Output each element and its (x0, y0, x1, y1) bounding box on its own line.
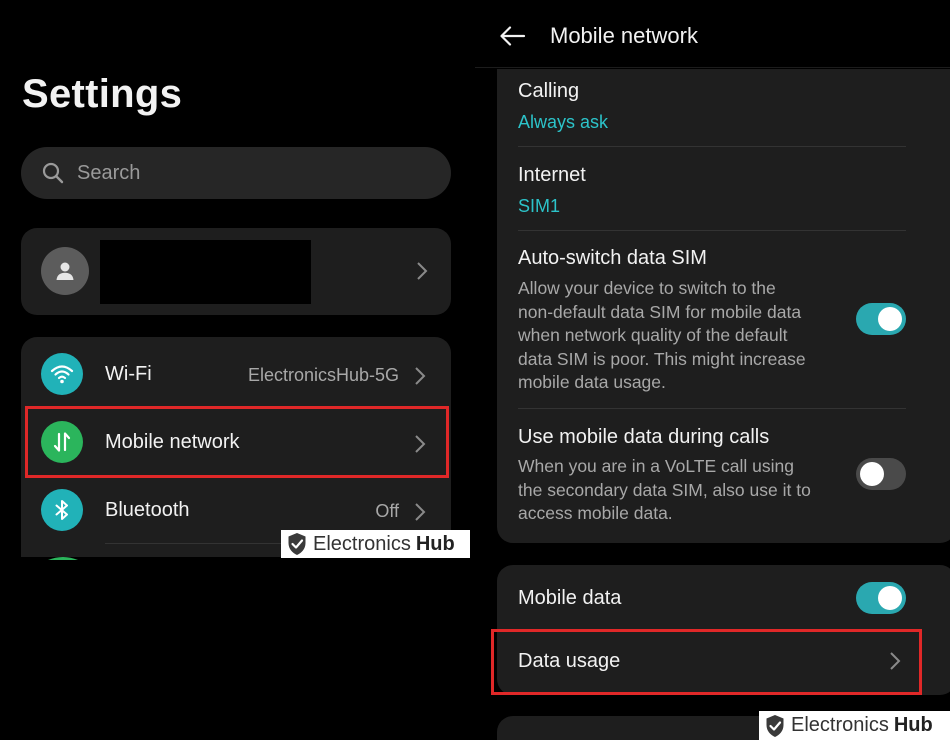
watermark-text: Electronics (791, 714, 889, 736)
search-bar[interactable]: Search (21, 147, 451, 199)
auto-switch-description: Allow your device to switch to the non-d… (518, 277, 828, 395)
bluetooth-icon-badge (41, 489, 83, 531)
mobile-data-label: Mobile data (518, 587, 622, 609)
chevron-right-icon (415, 367, 426, 385)
settings-item-wifi[interactable]: Wi-Fi ElectronicsHub-5G (21, 339, 451, 407)
settings-item-label: Bluetooth (105, 499, 190, 521)
account-card[interactable] (21, 228, 451, 315)
bluetooth-status: Off (375, 501, 399, 521)
settings-item-label: Wi-Fi (105, 363, 152, 385)
search-input[interactable]: Search (77, 162, 140, 185)
description-line: the secondary data SIM, also use it to (518, 479, 811, 500)
back-arrow-icon[interactable] (499, 24, 527, 48)
top-app-bar: Mobile network (475, 0, 950, 68)
internet-value: SIM1 (518, 196, 561, 216)
bluetooth-icon (55, 500, 68, 520)
watermark-text-bold: Hub (893, 714, 933, 736)
page-title: Mobile network (550, 23, 698, 48)
toggle-knob (878, 307, 902, 331)
watermark: Electronics Hub (759, 711, 950, 740)
internet-label: Internet (518, 164, 586, 186)
highlight-box-data-usage (491, 629, 922, 695)
settings-screen: Settings Search Wi-Fi ElectronicsHub-5G … (0, 0, 475, 740)
shield-check-icon (766, 714, 784, 737)
description-line: non-default data SIM for mobile data (518, 301, 802, 322)
divider (518, 230, 906, 231)
description-line: data SIM is poor. This might increase (518, 348, 806, 369)
chevron-right-icon (415, 503, 426, 521)
watermark-text-bold: Hub (415, 532, 455, 555)
search-icon (42, 162, 64, 184)
watermark-text: Electronics (313, 532, 411, 555)
watermark: Electronics Hub (281, 530, 470, 558)
calls-data-toggle[interactable] (856, 458, 906, 490)
wifi-icon-badge (41, 353, 83, 395)
mobile-network-screen: Mobile network Calling Always ask Intern… (475, 0, 950, 740)
wifi-icon (50, 365, 74, 384)
description-line: mobile data usage. (518, 372, 666, 392)
person-icon (56, 262, 74, 280)
auto-switch-toggle[interactable] (856, 303, 906, 335)
auto-switch-label: Auto-switch data SIM (518, 247, 707, 269)
mobile-data-toggle[interactable] (856, 582, 906, 614)
description-line: When you are in a VoLTE call using (518, 456, 794, 476)
redacted-account-name (100, 240, 311, 304)
calling-label: Calling (518, 80, 580, 102)
chevron-right-icon (417, 262, 428, 280)
highlight-box-mobile-network (25, 406, 449, 478)
description-line: Allow your device to switch to the (518, 278, 776, 298)
toggle-knob (860, 462, 884, 486)
calls-data-description: When you are in a VoLTE call using the s… (518, 455, 838, 526)
calling-value: Always ask (518, 112, 609, 132)
avatar (41, 247, 89, 295)
wifi-network-name: ElectronicsHub-5G (247, 365, 399, 385)
shield-check-icon (288, 533, 306, 555)
toggle-knob (878, 586, 902, 610)
partial-icon (48, 557, 78, 560)
divider (518, 408, 906, 409)
page-title: Settings (22, 72, 183, 116)
divider (518, 146, 906, 147)
description-line: when network quality of the default (518, 325, 788, 345)
description-line: access mobile data. (518, 503, 673, 523)
calls-data-label: Use mobile data during calls (518, 426, 770, 448)
